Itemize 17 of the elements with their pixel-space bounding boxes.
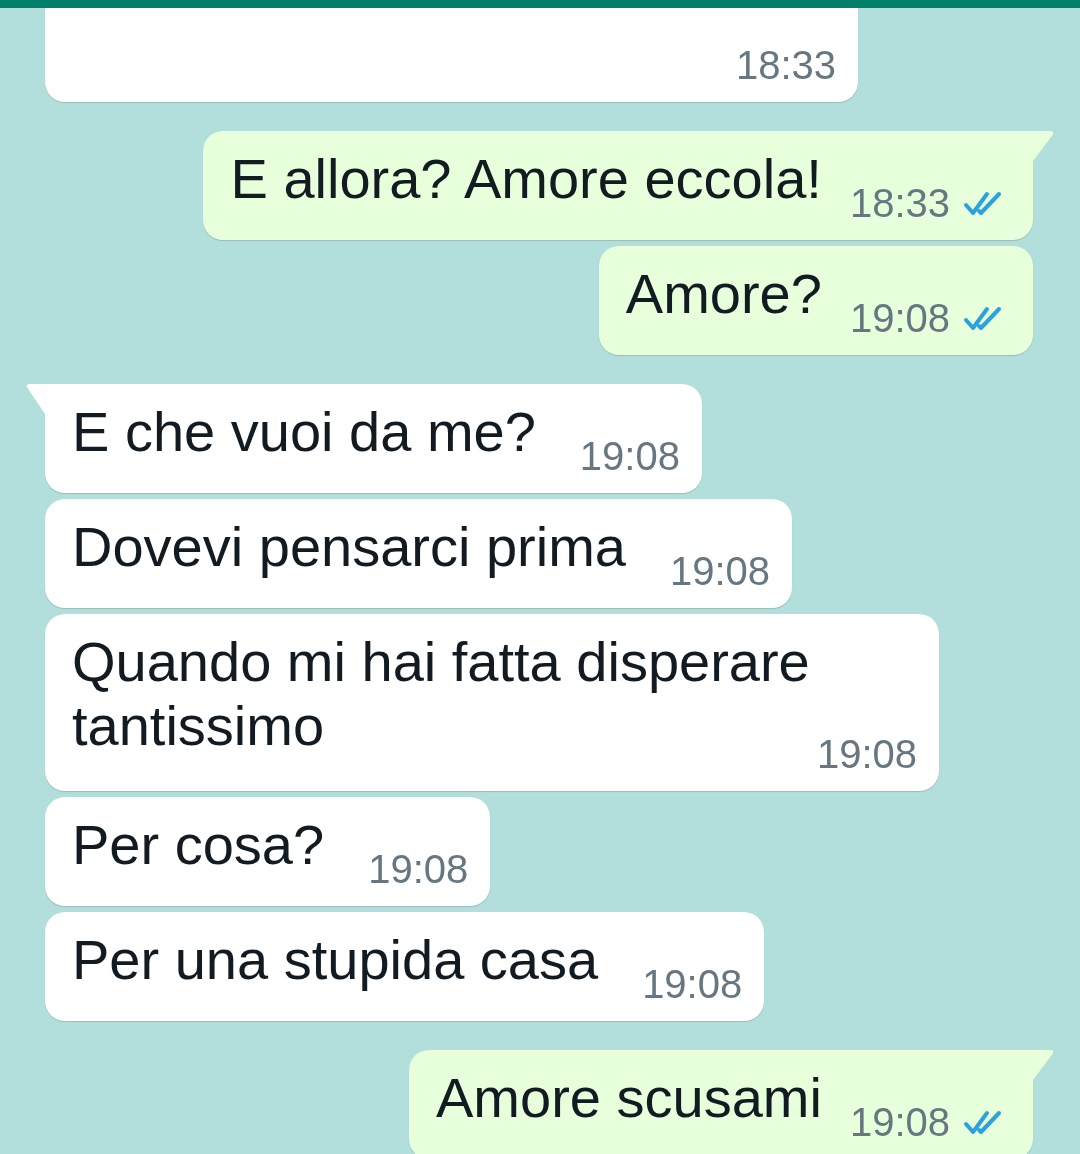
message-time: 19:08 <box>368 847 469 891</box>
message-time: 19:08 <box>816 732 917 776</box>
message-time: 19:08 <box>670 549 771 593</box>
message-text: Per cosa? <box>72 813 325 876</box>
message-text: Per una stupida casa <box>72 928 599 991</box>
message-text: E allora? Amore eccola! <box>230 147 822 210</box>
message-time: 18:33 <box>735 43 836 87</box>
message-text: Dovevi pensarci prima <box>72 515 626 578</box>
message-time: 18:33 <box>849 181 950 225</box>
message-text: Amore scusami <box>436 1066 822 1129</box>
message-time: 19:08 <box>849 1100 950 1144</box>
message-text: E che vuoi da me? <box>72 400 536 463</box>
message-text: Amore? <box>625 262 822 325</box>
message-text: Quando mi hai fatta disperare tantissimo <box>72 630 810 757</box>
message-time: 19:08 <box>579 434 680 478</box>
message-time: 19:08 <box>642 962 743 1006</box>
message-time: 19:08 <box>849 296 950 340</box>
